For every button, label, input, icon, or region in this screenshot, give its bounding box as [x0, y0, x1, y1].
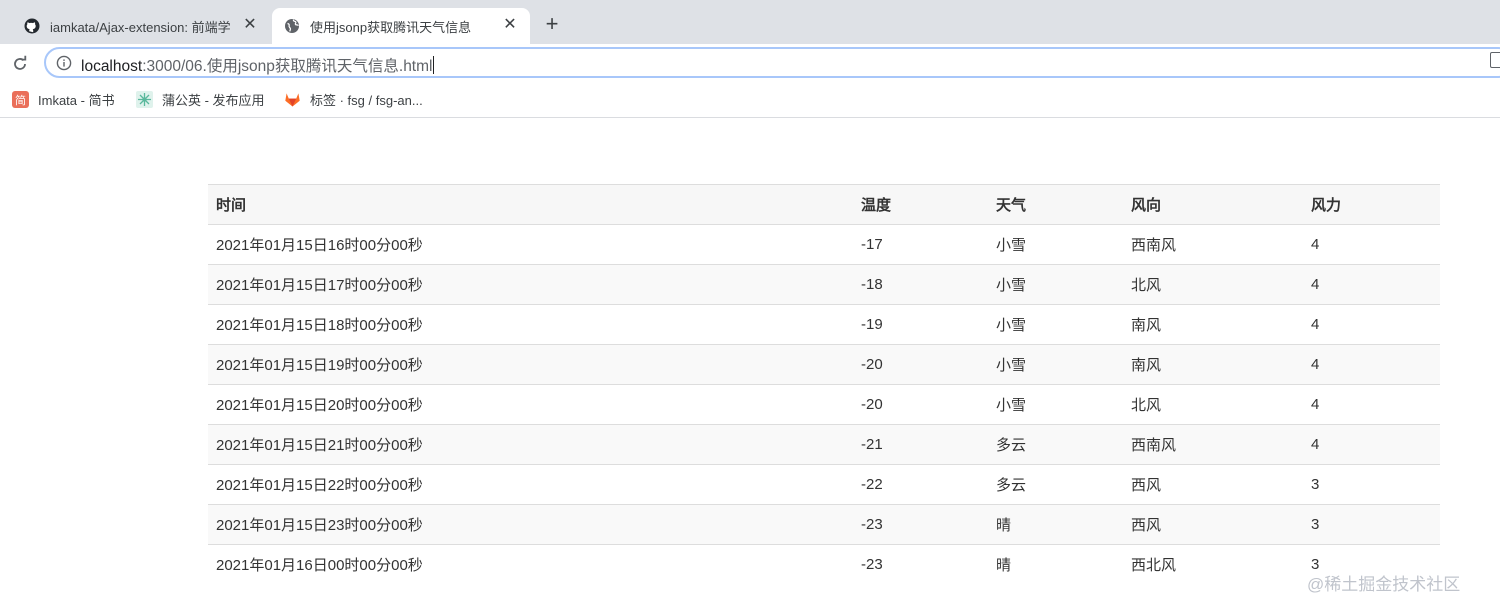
cell-wind-direction: 西南风 [1123, 424, 1303, 465]
cell-wind-direction: 南风 [1123, 304, 1303, 345]
bookmark-label: 蒲公英 - 发布应用 [162, 93, 265, 108]
header-wind-direction: 风向 [1123, 184, 1303, 225]
tab-weather[interactable]: 使用jsonp获取腾讯天气信息 ✕ [272, 8, 530, 44]
cell-wind-force: 4 [1303, 224, 1440, 265]
table-row: 2021年01月15日18时00分00秒 -19 小雪 南风 4 [208, 304, 1440, 345]
cell-wind-force: 3 [1303, 464, 1440, 505]
url-text[interactable]: localhost:3000/06.使用jsonp获取腾讯天气信息.html [81, 54, 435, 76]
new-tab-button[interactable]: + [541, 13, 563, 35]
close-tab-icon[interactable]: ✕ [242, 17, 258, 33]
toolbar: localhost:3000/06.使用jsonp获取腾讯天气信息.html [0, 44, 1500, 84]
bookmark-label: Imkata - 简书 [38, 93, 115, 108]
weather-table: 时间 温度 天气 风向 风力 2021年01月15日16时00分00秒 -17 小雪… [208, 184, 1440, 585]
cell-wind-direction: 北风 [1123, 384, 1303, 425]
cell-temperature: -18 [853, 264, 988, 305]
github-icon [24, 18, 40, 34]
pgyer-icon [136, 91, 153, 108]
cell-time: 2021年01月16日00时00分00秒 [208, 544, 853, 585]
tab-title: iamkata/Ajax-extension: 前端学 [50, 19, 231, 35]
tab-github[interactable]: iamkata/Ajax-extension: 前端学 ✕ [14, 8, 270, 44]
cell-wind-force: 4 [1303, 304, 1440, 345]
cell-wind-force: 4 [1303, 424, 1440, 465]
header-temperature: 温度 [853, 184, 988, 225]
gitlab-icon [285, 93, 300, 107]
cell-weather: 小雪 [988, 384, 1123, 425]
info-icon[interactable] [56, 55, 72, 71]
bookmark-pgyer[interactable]: 蒲公英 - 发布应用 [136, 90, 265, 109]
cell-weather: 多云 [988, 464, 1123, 505]
cell-wind-force: 4 [1303, 344, 1440, 385]
cell-wind-direction: 西南风 [1123, 224, 1303, 265]
cell-wind-direction: 西北风 [1123, 544, 1303, 585]
table-row: 2021年01月16日00时00分00秒 -23 晴西北风 3 [208, 544, 1440, 585]
cell-wind-force: 4 [1303, 384, 1440, 425]
cell-temperature: -20 [853, 384, 988, 425]
bookmark-jianshu[interactable]: 简 Imkata - 简书 [12, 90, 115, 109]
tab-title: 使用jsonp获取腾讯天气信息 [310, 19, 472, 35]
cell-temperature: -23 [853, 504, 988, 545]
url-path: :3000/06.使用jsonp获取腾讯天气信息.html [142, 58, 433, 75]
cell-temperature: -21 [853, 424, 988, 465]
cell-weather: 晴 [988, 504, 1123, 545]
bookmarks-bar: 简 Imkata - 简书 蒲公英 - 发布应用 标签 · fsg / fsg-… [0, 84, 1500, 118]
cell-time: 2021年01月15日20时00分00秒 [208, 384, 853, 425]
cell-time: 2021年01月15日21时00分00秒 [208, 424, 853, 465]
table-row: 2021年01月15日22时00分00秒 -22 多云 西风 3 [208, 464, 1440, 505]
cell-temperature: -23 [853, 544, 988, 585]
cell-time: 2021年01月15日22时00分00秒 [208, 464, 853, 505]
cell-time: 2021年01月15日17时00分00秒 [208, 264, 853, 305]
header-wind-force: 风力 [1303, 184, 1440, 225]
cell-weather: 小雪 [988, 304, 1123, 345]
cell-time: 2021年01月15日23时00分00秒 [208, 504, 853, 545]
jianshu-icon-text: 简 [15, 93, 26, 107]
cell-wind-direction: 西风 [1123, 464, 1303, 505]
url-host: localhost [81, 58, 143, 75]
watermark: @稀土掘金技术社区 [1307, 575, 1461, 594]
cell-wind-force: 3 [1303, 504, 1440, 545]
table-row: 2021年01月15日21时00分00秒 -21 多云 西南风 4 [208, 424, 1440, 465]
close-tab-icon[interactable]: ✕ [502, 17, 518, 33]
table-row: 2021年01月15日19时00分00秒 -20 小雪 南风 4 [208, 344, 1440, 385]
table-row: 2021年01月15日16时00分00秒 -17 小雪 西南风 4 [208, 224, 1440, 265]
cell-temperature: -20 [853, 344, 988, 385]
extension-icon[interactable] [1490, 52, 1500, 68]
cell-wind-direction: 北风 [1123, 264, 1303, 305]
cell-weather: 小雪 [988, 224, 1123, 265]
cell-temperature: -17 [853, 224, 988, 265]
table-row: 2021年01月15日20时00分00秒 -20 小雪 北风 4 [208, 384, 1440, 425]
cell-time: 2021年01月15日19时00分00秒 [208, 344, 853, 385]
cell-weather: 多云 [988, 424, 1123, 465]
cell-wind-direction: 南风 [1123, 344, 1303, 385]
header-weather: 天气 [988, 184, 1123, 225]
cell-weather: 小雪 [988, 344, 1123, 385]
address-bar[interactable]: localhost:3000/06.使用jsonp获取腾讯天气信息.html [44, 47, 1500, 78]
cell-temperature: -22 [853, 464, 988, 505]
cell-weather: 晴 [988, 544, 1123, 585]
cell-temperature: -19 [853, 304, 988, 345]
cell-weather: 小雪 [988, 264, 1123, 305]
table-header-row: 时间 温度 天气 风向 风力 [208, 184, 1440, 225]
cell-time: 2021年01月15日18时00分00秒 [208, 304, 853, 345]
cell-wind-force: 4 [1303, 264, 1440, 305]
table-row: 2021年01月15日17时00分00秒 -18 小雪 北风 4 [208, 264, 1440, 305]
bookmark-gitlab[interactable]: 标签 · fsg / fsg-an... [284, 90, 423, 109]
text-caret [433, 56, 435, 74]
cell-time: 2021年01月15日16时00分00秒 [208, 224, 853, 265]
bookmark-label: 标签 · fsg / fsg-an... [310, 93, 423, 108]
reload-icon[interactable] [10, 54, 30, 74]
tab-strip: iamkata/Ajax-extension: 前端学 ✕ 使用jsonp获取腾… [0, 0, 1500, 44]
header-time: 时间 [208, 184, 853, 225]
jianshu-icon: 简 [12, 91, 29, 108]
globe-icon [285, 19, 299, 33]
table-row: 2021年01月15日23时00分00秒 -23 晴西风 3 [208, 504, 1440, 545]
cell-wind-direction: 西风 [1123, 504, 1303, 545]
